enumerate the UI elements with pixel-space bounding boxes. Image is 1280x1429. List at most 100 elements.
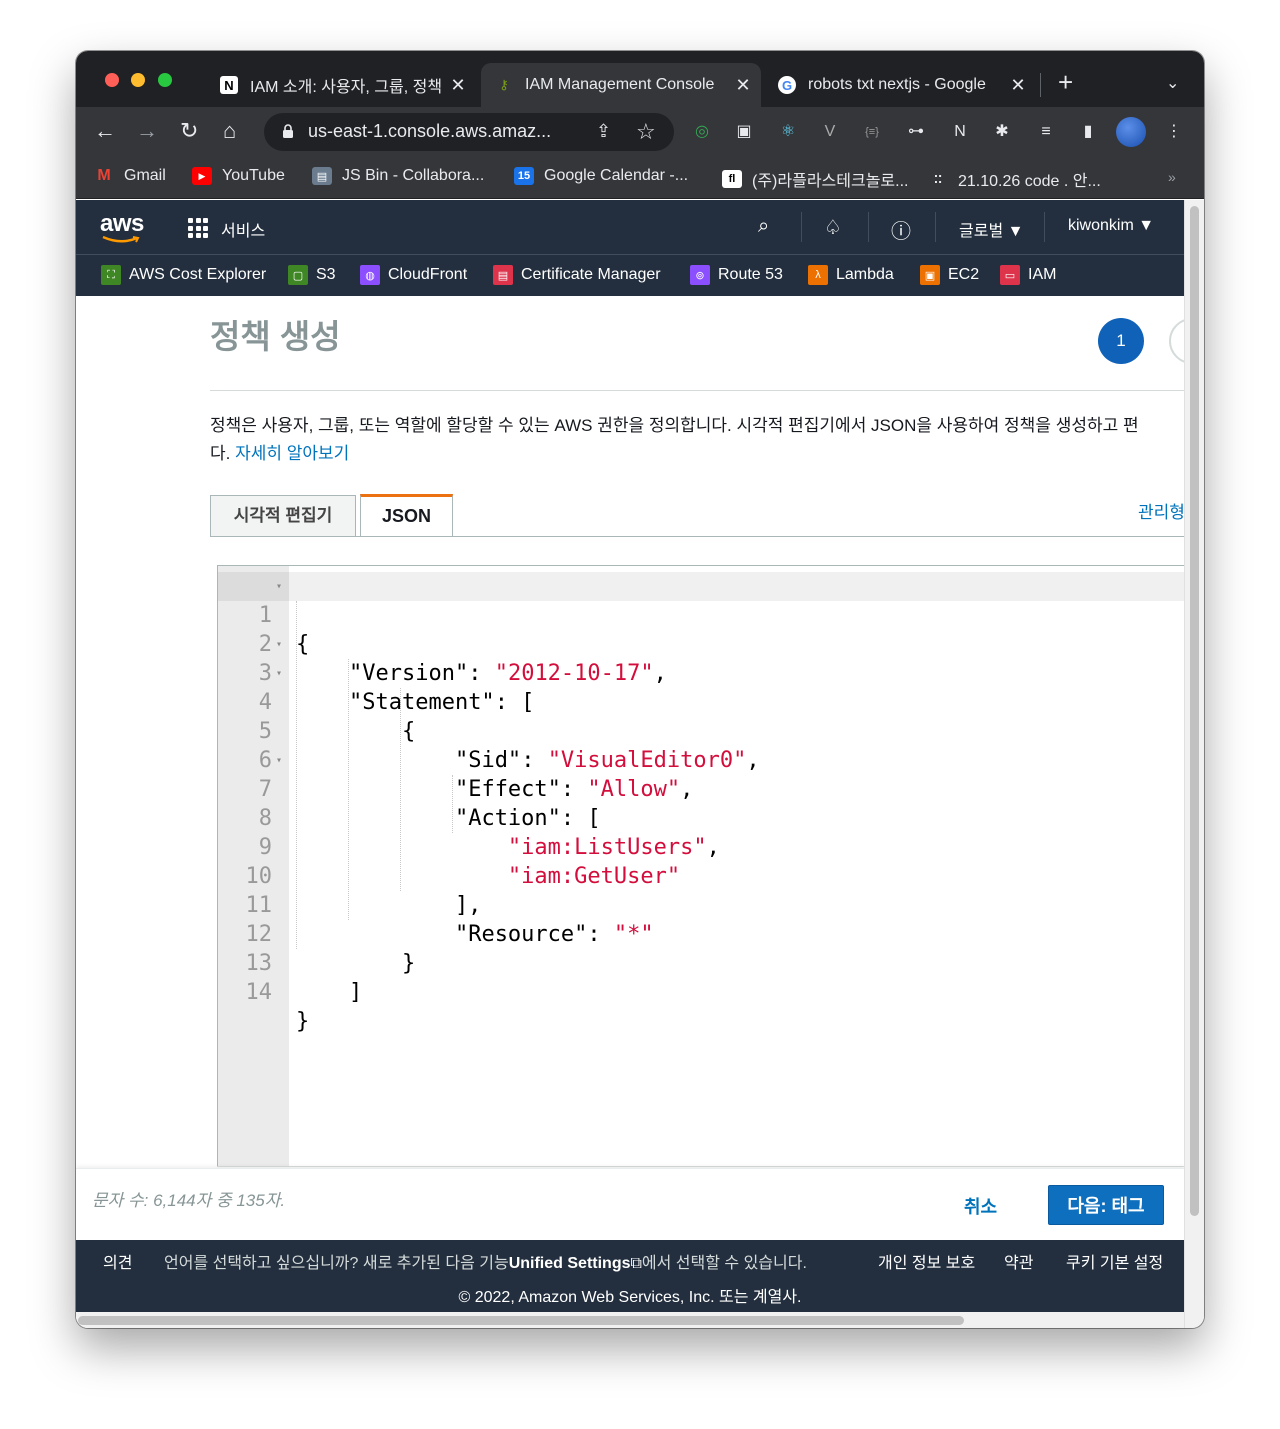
json-string: "VisualEditor0" [547,748,747,773]
json-string: "iam:GetUser" [507,864,681,889]
jsbin-icon: ▤ [312,167,332,185]
horizontal-scrollbar[interactable] [76,1312,1184,1328]
account-menu[interactable]: kiwonkim ▼ [1068,217,1154,235]
browser-toolbar: ← → ↻ ⌂ us-east-1.console.aws.amaz... ⇪ … [76,107,1204,157]
close-tab-icon[interactable]: ✕ [733,75,753,96]
json-key: "Action" [454,806,561,831]
favorite-s3[interactable]: ▢ S3 [288,265,336,285]
password-key-icon[interactable]: ⊶ [904,120,928,144]
fold-arrow-icon[interactable]: ▾ [276,630,282,659]
browser-tab-iam-console[interactable]: ⚷ IAM Management Console ✕ [481,63,761,107]
bookmark-gmail[interactable]: M Gmail [94,167,165,185]
next-tags-button[interactable]: 다음: 태그 [1048,1185,1164,1225]
favorite-label: Route 53 [718,266,783,283]
tabs-divider [210,536,1184,537]
extensions-puzzle-icon[interactable]: ✱ [990,120,1014,144]
import-managed-policy-link[interactable]: 관리형 [1138,498,1184,523]
certificate-icon: ▤ [493,265,513,285]
bookmark-label: (주)라플라스테크놀로... [752,173,909,190]
extension-target-icon[interactable]: ◎ [690,120,714,144]
favorite-ec2[interactable]: ▣ EC2 [920,265,979,285]
vertical-scrollbar[interactable] [1184,200,1204,1328]
bookmark-laplace[interactable]: fl (주)라플라스테크놀로... [722,167,908,191]
favorite-lambda[interactable]: λ Lambda [808,265,894,285]
learn-more-link[interactable]: 자세히 알아보기 [235,444,349,463]
terms-link[interactable]: 약관 [1004,1249,1033,1273]
notifications-bell-icon[interactable]: ♤ [824,215,842,240]
favorite-route53[interactable]: ⊚ Route 53 [690,265,783,285]
reload-button[interactable]: ↻ [180,119,198,143]
search-icon[interactable]: ⌕ [758,215,769,238]
wizard-action-bar: 문자 수: 6,144자 중 135자. 취소 다음: 태그 [76,1168,1184,1240]
bookmark-star-icon[interactable]: ☆ [636,119,656,145]
json-string: "Allow" [587,777,681,802]
favorite-iam[interactable]: ▭ IAM [1000,265,1056,285]
console-footer: 의견 언어를 선택하고 싶으십니까? 새로 추가된 다음 기능Unified S… [76,1240,1184,1312]
minimize-window-button[interactable] [131,73,145,87]
page-viewport: aws 서비스 ⌕ ♤ ⓘ 글로벌 ▼ kiwonkim ▼ ⛶ AWS Cos… [76,200,1184,1328]
new-tab-button[interactable]: + [1058,69,1073,95]
side-panel-icon[interactable]: ▮ [1076,120,1100,144]
favorite-label: Lambda [836,266,894,283]
bookmark-code-note[interactable]: ⁚⁚ 21.10.26 code . 안... [928,167,1101,191]
home-button[interactable]: ⌂ [223,119,236,143]
services-menu[interactable]: 서비스 [221,217,265,241]
address-bar[interactable]: us-east-1.console.aws.amaz... ⇪ ☆ [264,113,674,151]
tab-json[interactable]: JSON [360,494,453,537]
browser-tab-google[interactable]: G robots txt nextjs - Google ✕ [764,63,1036,107]
bookmark-youtube[interactable]: ▶ YouTube [192,167,285,185]
browser-tab-iam-intro[interactable]: N IAM 소개: 사용자, 그룹, 정책 ✕ [206,63,476,107]
json-editor[interactable]: 1 ▾ { 2 "Version": "2012-10-17", 3 ▾ "Stat… [217,565,1184,1167]
cancel-button[interactable]: 취소 [964,1193,997,1219]
unified-settings-link[interactable]: Unified Settings [509,1255,631,1272]
react-devtools-icon[interactable]: ⚛ [776,120,800,144]
feedback-link[interactable]: 의견 [103,1249,132,1273]
profile-avatar[interactable] [1116,117,1146,147]
fold-arrow-icon[interactable]: ▾ [276,659,282,688]
forward-button[interactable]: → [136,119,158,143]
favorite-cloudfront[interactable]: ◍ CloudFront [360,265,467,285]
json-string: "2012-10-17" [494,661,654,686]
media-control-icon[interactable]: ≡ [1034,120,1058,144]
aws-logo[interactable]: aws [100,210,144,238]
bookmark-jsbin[interactable]: ▤ JS Bin - Collabora... [312,167,484,185]
browser-menu-icon[interactable]: ⋮ [1162,120,1186,144]
services-grid-icon[interactable] [188,218,208,238]
route53-icon: ⊚ [690,265,710,285]
fold-arrow-icon[interactable]: ▾ [276,572,282,601]
scrollbar-thumb[interactable] [1190,206,1199,1216]
close-tab-icon[interactable]: ✕ [448,75,468,96]
privacy-link[interactable]: 개인 정보 보호 [878,1249,975,1273]
tab-visual-editor[interactable]: 시각적 편집기 [210,495,356,537]
bookmark-google-calendar[interactable]: 15 Google Calendar -... [514,167,688,185]
share-icon[interactable]: ⇪ [596,121,611,142]
external-link-icon: ⧉ [630,1255,642,1272]
back-button[interactable]: ← [94,119,116,143]
favorite-cost-explorer[interactable]: ⛶ AWS Cost Explorer [101,265,266,285]
scrollbar-thumb[interactable] [78,1316,964,1325]
help-icon[interactable]: ⓘ [891,215,911,244]
vue-devtools-icon[interactable]: V [818,120,842,144]
tab-search-chevron-icon[interactable]: ⌄ [1166,73,1179,93]
character-count: 문자 수: 6,144자 중 135자. [92,1191,286,1210]
aws-smile-icon [102,236,140,243]
code-line: 11 "Resource": "*" [218,862,654,947]
close-window-button[interactable] [105,73,119,87]
page-title: 정책 생성 [210,318,341,355]
fold-arrow-icon[interactable]: ▾ [276,746,282,775]
json-viewer-icon[interactable]: {≡} [860,120,884,144]
tab-strip: N IAM 소개: 사용자, 그룹, 정책 ✕ ⚷ IAM Management… [76,51,1204,107]
notion-clipper-icon[interactable]: N [948,120,972,144]
code-line: 14 } [218,949,350,1034]
cookie-preferences-link[interactable]: 쿠키 기본 설정 [1066,1249,1163,1273]
zoom-window-button[interactable] [158,73,172,87]
language-notice-text: 에서 선택할 수 있습니다. [641,1255,807,1272]
region-selector[interactable]: 글로벌 ▼ [959,217,1023,241]
code-line: 12 } [218,891,416,976]
close-tab-icon[interactable]: ✕ [1008,75,1028,96]
more-bookmarks-button[interactable]: » [1168,169,1176,185]
favorite-certificate-manager[interactable]: ▤ Certificate Manager [493,265,661,285]
picture-in-picture-icon[interactable]: ▣ [732,120,756,144]
tab-label: robots txt nextjs - Google [808,76,986,93]
active-line-highlight [218,572,1184,601]
